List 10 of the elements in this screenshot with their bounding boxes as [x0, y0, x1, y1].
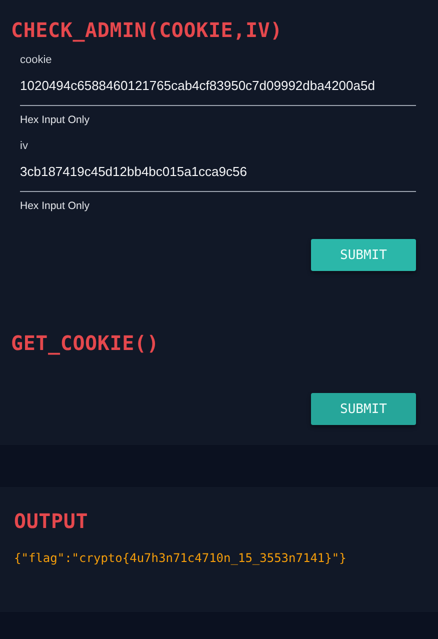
field-label: cookie	[20, 54, 52, 66]
field-label: iv	[20, 140, 28, 152]
input-field[interactable]: 1020494c6588460121765cab4cf83950c7d09992dba4200a5d	[20, 68, 416, 106]
input-field[interactable]: 3cb187419c45d12bb4bc015a1cca9c56	[20, 154, 416, 192]
helper-text: Hex Input Only	[20, 114, 90, 126]
output-title: OUTPUT	[14, 509, 90, 533]
section-title: GET_COOKIE()	[11, 331, 160, 355]
output-text: {"flag":"crypto{4u7h3n71c4710n_15_3553n7141}"}	[14, 551, 346, 565]
section-title: CHECK_ADMIN(COOKIE,IV)	[11, 18, 284, 42]
helper-text: Hex Input Only	[20, 200, 90, 212]
